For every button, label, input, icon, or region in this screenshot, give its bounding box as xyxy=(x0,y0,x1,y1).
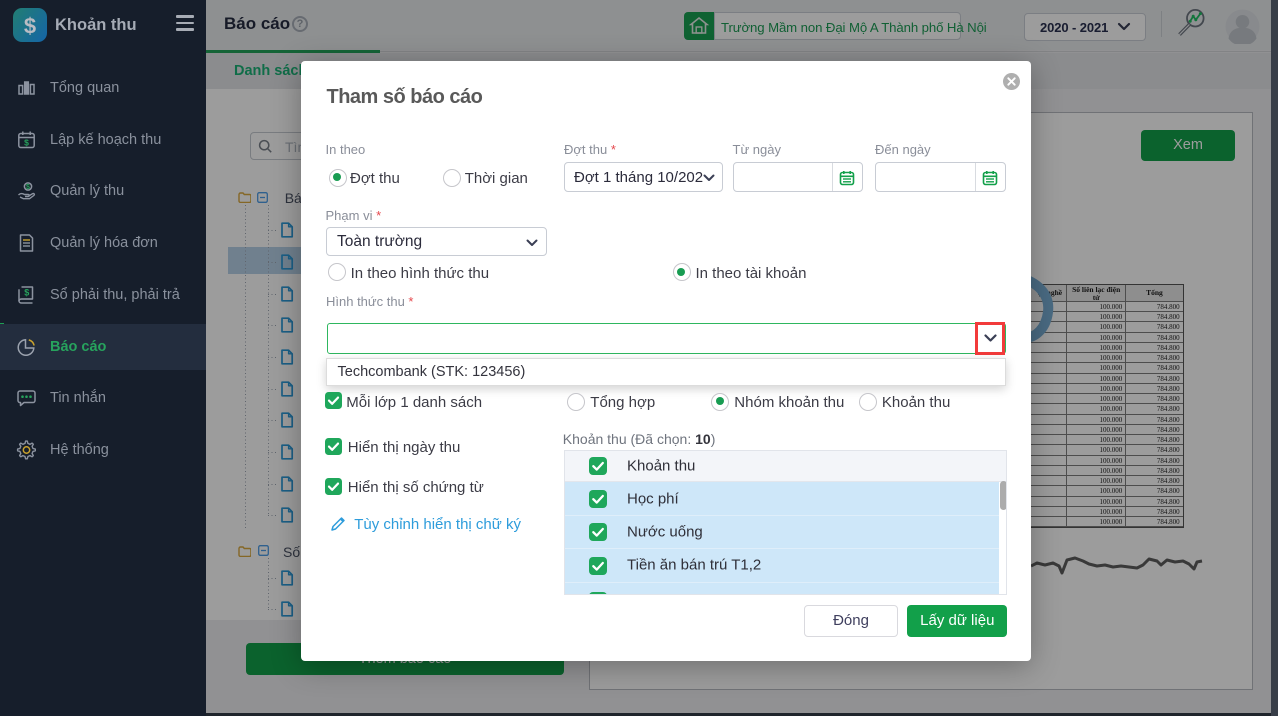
svg-text:$: $ xyxy=(24,287,29,297)
svg-text:$: $ xyxy=(26,184,30,191)
svg-text:$: $ xyxy=(24,14,36,39)
svg-text:$: $ xyxy=(24,137,29,147)
